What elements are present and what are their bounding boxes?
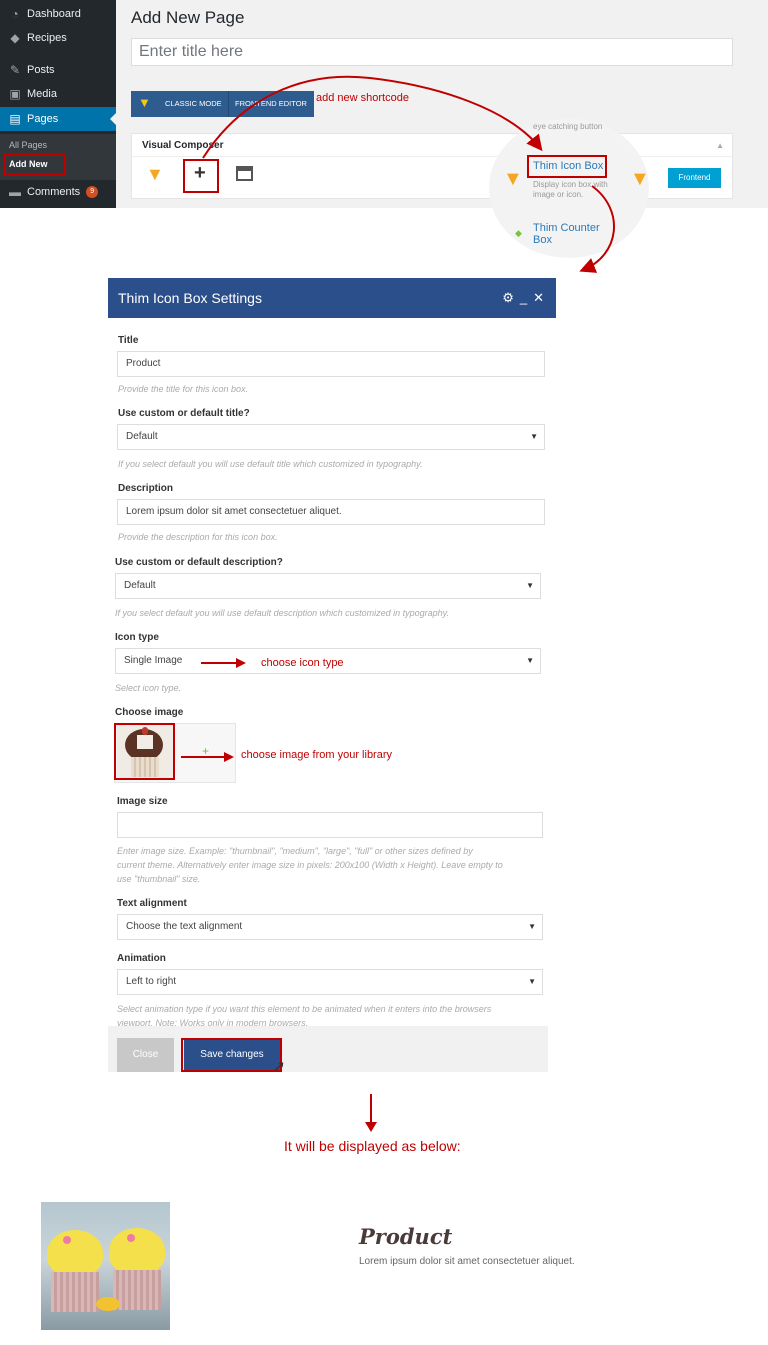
select-value: Default	[126, 431, 158, 442]
dropdown-arrow-icon: ▼	[528, 977, 536, 986]
dropdown-arrow-icon: ▼	[528, 922, 536, 931]
wrapper-right	[113, 1270, 161, 1310]
field-label: Image size	[117, 796, 168, 807]
dialog-header: Thim Icon Box Settings ⚙_✕	[108, 278, 556, 318]
settings-dialog: Thim Icon Box Settings ⚙_✕ Title Product…	[108, 278, 556, 1075]
field-label: Title	[118, 335, 139, 346]
field-hint: current theme. Alternatively enter image…	[117, 860, 503, 870]
result-title: Product	[359, 1224, 453, 1249]
close-icon[interactable]: ✕	[533, 290, 550, 305]
description-field[interactable]: Lorem ipsum dolor sit amet consectetuer …	[117, 499, 545, 525]
title-field[interactable]: Product	[117, 351, 545, 377]
down-arrow	[370, 1094, 372, 1124]
yellow-frosting-left	[47, 1230, 103, 1276]
select-value: Single Image	[124, 655, 183, 666]
select-value: Left to right	[126, 976, 177, 987]
annotation-arrows	[202, 75, 615, 273]
pink-flower	[63, 1236, 71, 1244]
annotation-arrow-head	[224, 752, 234, 762]
field-label: Choose image	[115, 707, 184, 718]
select-value: Default	[124, 580, 156, 591]
down-arrow-head	[365, 1122, 377, 1132]
field-hint: Select icon type.	[115, 683, 182, 693]
field-hint: Enter image size. Example: "thumbnail", …	[117, 846, 473, 856]
field-hint: use "thumbnail" size.	[117, 874, 201, 884]
minimize-icon[interactable]: _	[520, 290, 533, 305]
field-label: Use custom or default description?	[115, 557, 283, 568]
yellow-frosting-right	[109, 1228, 165, 1274]
dropdown-arrow-icon: ▼	[526, 656, 534, 665]
gear-icon[interactable]: ⚙	[502, 290, 520, 305]
wrapper-left	[51, 1272, 99, 1312]
annotation-arrow-head	[236, 658, 246, 668]
annotation-arrow	[181, 756, 225, 758]
field-label: Icon type	[115, 632, 159, 643]
animation-select[interactable]: Left to right ▼	[117, 969, 543, 995]
close-button[interactable]: Close	[117, 1038, 174, 1072]
highlight-box	[114, 723, 175, 780]
field-label: Text alignment	[117, 898, 187, 909]
annotation-arrow	[201, 662, 237, 664]
dialog-title: Thim Icon Box Settings	[118, 290, 262, 306]
field-hint: Provide the description for this icon bo…	[118, 532, 278, 542]
result-description: Lorem ipsum dolor sit amet consectetuer …	[359, 1256, 575, 1267]
pink-flower	[127, 1234, 135, 1242]
select-value: Choose the text alignment	[126, 921, 243, 932]
dropdown-arrow-icon: ▼	[530, 432, 538, 441]
highlight-box	[181, 1038, 282, 1072]
field-label: Animation	[117, 953, 166, 964]
field-label: Use custom or default title?	[118, 408, 250, 419]
custom-description-select[interactable]: Default ▼	[115, 573, 541, 599]
dialog-footer: Close Save changes ➚	[108, 1026, 548, 1075]
yellow-bow	[96, 1297, 120, 1311]
field-hint: Select animation type if you want this e…	[117, 1004, 492, 1014]
custom-title-select[interactable]: Default ▼	[117, 424, 545, 450]
cupcakes-image	[41, 1202, 170, 1330]
text-alignment-select[interactable]: Choose the text alignment ▼	[117, 914, 543, 940]
dropdown-arrow-icon: ▼	[526, 581, 534, 590]
choose-icon-type-note: choose icon type	[261, 657, 344, 669]
field-label: Description	[118, 483, 174, 494]
field-hint: If you select default you will use defau…	[115, 608, 450, 618]
cursor-icon: ➚	[273, 1058, 286, 1075]
field-hint: If you select default you will use defau…	[118, 459, 423, 469]
image-size-field[interactable]	[117, 812, 543, 838]
choose-image-note: choose image from your library	[241, 749, 393, 761]
field-hint: Provide the title for this icon box.	[118, 384, 249, 394]
display-note: It will be displayed as below:	[284, 1138, 461, 1154]
